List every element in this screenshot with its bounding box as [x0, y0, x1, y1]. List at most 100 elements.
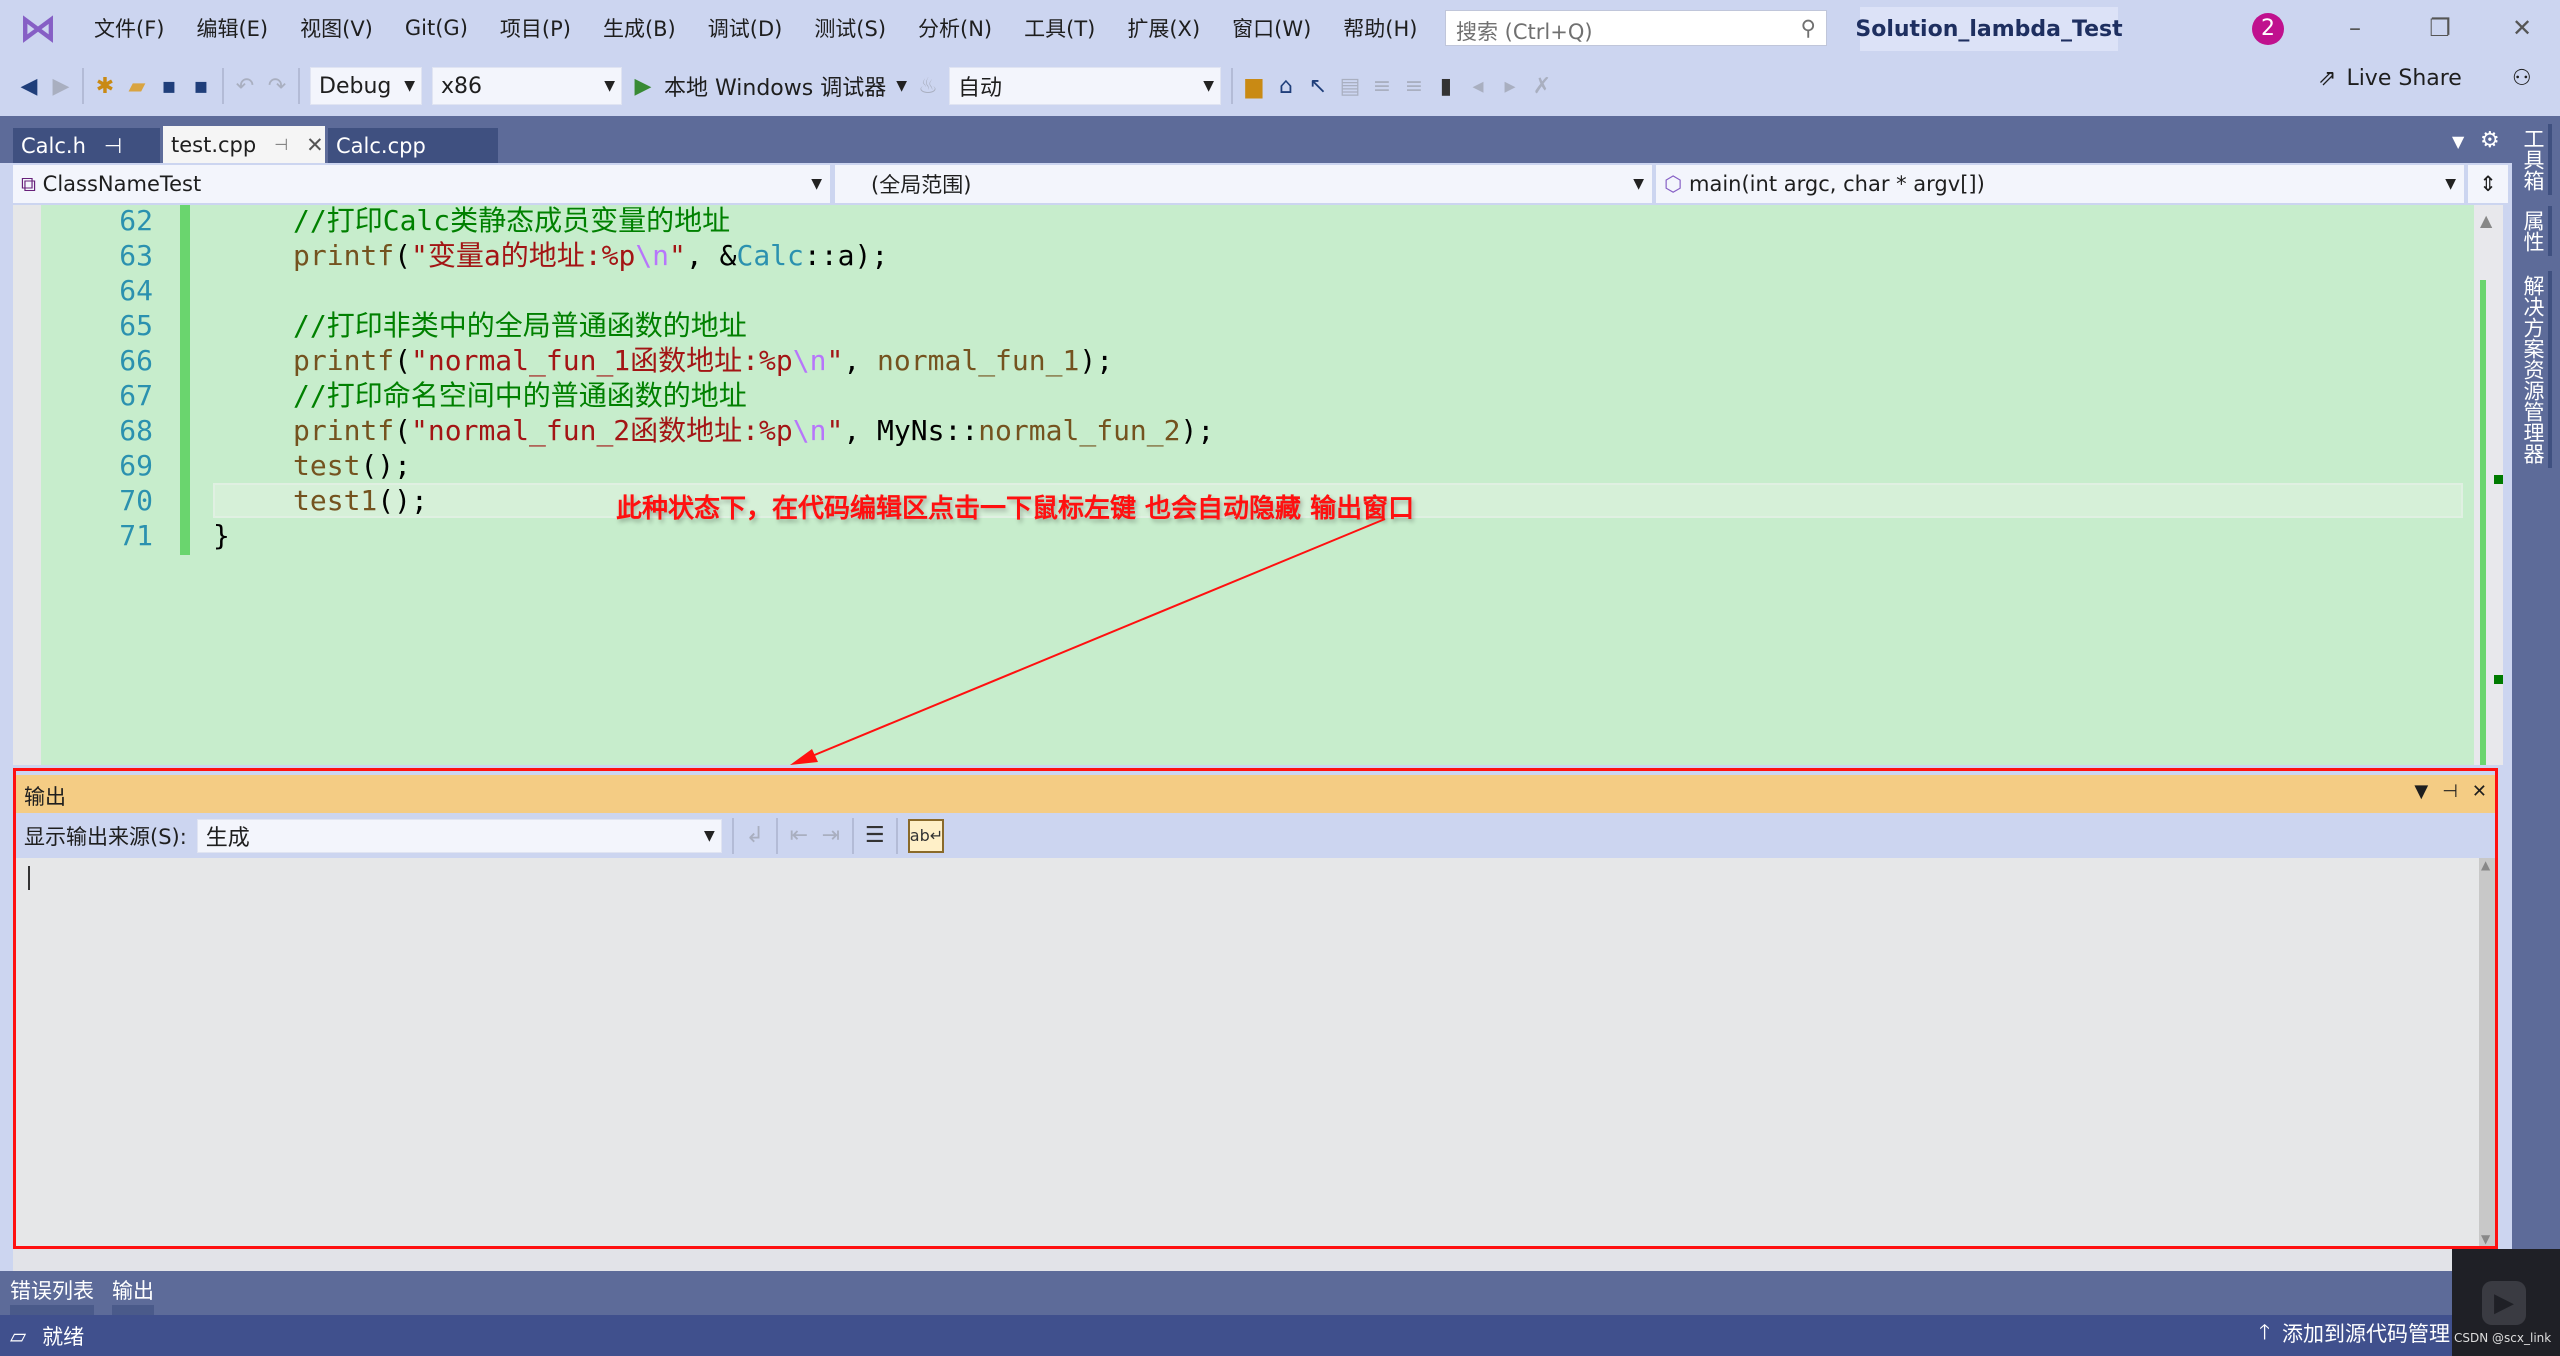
- output-vertical-scrollbar[interactable]: ▲ ▼: [2479, 858, 2495, 1246]
- save-all-icon[interactable]: ▪: [190, 74, 212, 99]
- bookmark-icon[interactable]: ▮: [1435, 74, 1457, 99]
- code-line[interactable]: 69 test();: [13, 448, 2473, 483]
- code-line[interactable]: 67 //打印命名空间中的普通函数的地址: [13, 378, 2473, 413]
- next-message-icon[interactable]: ⇥: [820, 823, 842, 848]
- code-line[interactable]: 66 printf("normal_fun_1函数地址:%p\n", normal…: [13, 343, 2473, 378]
- configuration-select[interactable]: Debug ▼: [310, 67, 422, 105]
- restore-button[interactable]: ❐: [2410, 8, 2470, 48]
- layout-icon[interactable]: ▤: [1339, 74, 1361, 99]
- prev-bookmark-icon[interactable]: ◂: [1467, 74, 1489, 99]
- gear-icon[interactable]: ⚙: [2480, 128, 2500, 153]
- add-to-source-control-button[interactable]: 🡑 添加到源代码管理: [2259, 1318, 2450, 1353]
- menu-test[interactable]: 测试(S): [798, 13, 902, 43]
- code-line[interactable]: 65 //打印非类中的全局普通函数的地址: [13, 308, 2473, 343]
- clear-all-icon[interactable]: ☰: [864, 823, 886, 848]
- menu-edit[interactable]: 编辑(E): [180, 13, 284, 43]
- menu-debug[interactable]: 调试(D): [692, 13, 799, 43]
- chevron-down-icon: ▼: [1633, 176, 1644, 192]
- chevron-down-icon: ▼: [704, 827, 715, 844]
- output-source-select[interactable]: 生成 ▼: [196, 818, 722, 853]
- save-icon[interactable]: ▪: [158, 74, 180, 99]
- chevron-down-icon: ▼: [404, 78, 415, 94]
- new-project-icon[interactable]: ✱: [94, 74, 116, 99]
- editor-vertical-scrollbar[interactable]: ▲: [2474, 205, 2503, 765]
- properties-tab[interactable]: 属性: [2520, 206, 2552, 256]
- output-text-area[interactable]: [16, 858, 2481, 1246]
- code-line[interactable]: 62 //打印Calc类静态成员变量的地址: [13, 205, 2473, 238]
- code-line[interactable]: 64: [13, 273, 2473, 308]
- run-debugger-button[interactable]: 本地 Windows 调试器: [664, 70, 886, 102]
- menu-analyze[interactable]: 分析(N): [902, 13, 1008, 43]
- forward-icon[interactable]: ▶: [50, 74, 72, 99]
- menu-project[interactable]: 项目(P): [484, 13, 587, 43]
- platform-select[interactable]: x86 ▼: [432, 67, 622, 105]
- scope-dropdown[interactable]: (全局范围) ▼: [835, 165, 1652, 203]
- live-share-label: Live Share: [2346, 66, 2462, 91]
- go-to-line-icon[interactable]: ↲: [744, 823, 766, 848]
- search-input[interactable]: 搜索 (Ctrl+Q) ⚲: [1445, 10, 1827, 46]
- close-icon[interactable]: ✕: [306, 133, 324, 157]
- pointer-icon[interactable]: ↖: [1307, 74, 1329, 99]
- output-tab[interactable]: 输出: [112, 1271, 154, 1315]
- output-title: 输出: [24, 785, 66, 809]
- project-dropdown[interactable]: ⧉ ClassNameTest ▼: [13, 165, 830, 203]
- tab-test-cpp[interactable]: test.cpp ⊣ ✕: [163, 126, 325, 163]
- tab-calc-h[interactable]: Calc.h ⊣: [13, 128, 160, 163]
- next-bookmark-icon[interactable]: ▸: [1499, 74, 1521, 99]
- back-icon[interactable]: ◀: [18, 74, 40, 99]
- menu-help[interactable]: 帮助(H): [1327, 13, 1433, 43]
- scroll-up-icon[interactable]: ▲: [2481, 858, 2490, 872]
- live-share-button[interactable]: ⇗ Live Share ⚇: [2318, 66, 2532, 91]
- close-window-button[interactable]: ✕: [2492, 8, 2552, 48]
- scope-value: (全局范围): [871, 173, 972, 197]
- chevron-down-icon: ▼: [1203, 78, 1214, 94]
- dropdown-icon[interactable]: ▼: [2414, 781, 2428, 807]
- code-token: test: [293, 449, 361, 482]
- code-line[interactable]: 68 printf("normal_fun_2函数地址:%p\n", MyNs::…: [13, 413, 2473, 448]
- notification-badge[interactable]: 2: [2252, 13, 2284, 45]
- play-icon[interactable]: ▶: [632, 74, 654, 99]
- tab-calc-cpp[interactable]: Calc.cpp: [328, 128, 498, 163]
- solution-explorer-tab[interactable]: 解决方案资源管理器: [2520, 271, 2552, 468]
- chevron-down-icon[interactable]: ▼: [896, 78, 907, 94]
- word-wrap-toggle-icon[interactable]: ab↵: [907, 818, 944, 853]
- home-icon[interactable]: ⌂: [1275, 74, 1297, 99]
- find-in-files-icon[interactable]: ▆: [1243, 74, 1265, 99]
- uncomment-icon[interactable]: ≡: [1403, 74, 1425, 99]
- auto-select[interactable]: 自动 ▼: [948, 67, 1221, 105]
- horizontal-scrollbar[interactable]: [13, 1249, 2503, 1271]
- scroll-up-icon[interactable]: ▲: [2480, 211, 2492, 230]
- menu-tools[interactable]: 工具(T): [1008, 13, 1111, 43]
- menu-view[interactable]: 视图(V): [284, 13, 389, 43]
- split-editor-button[interactable]: ⇕: [2468, 165, 2508, 203]
- menu-window[interactable]: 窗口(W): [1216, 13, 1327, 43]
- separator: [298, 68, 300, 104]
- tab-list-dropdown-icon[interactable]: ▼: [2452, 132, 2464, 151]
- pin-icon[interactable]: ⊣: [274, 135, 288, 154]
- configuration-value: Debug: [319, 73, 392, 99]
- menu-git[interactable]: Git(G): [389, 16, 484, 40]
- minimize-button[interactable]: –: [2325, 8, 2385, 48]
- comment-icon[interactable]: ≡: [1371, 74, 1393, 99]
- member-dropdown[interactable]: ⬡ main(int argc, char * argv[]) ▼: [1656, 165, 2464, 203]
- open-folder-icon[interactable]: ▰: [126, 74, 148, 99]
- toolbox-tab[interactable]: 工具箱: [2520, 124, 2552, 195]
- previous-message-icon[interactable]: ⇤: [788, 823, 810, 848]
- code-line[interactable]: 63 printf("变量a的地址:%p\n", &Calc::a);: [13, 238, 2473, 273]
- error-list-tab[interactable]: 错误列表: [10, 1271, 94, 1315]
- scroll-down-icon[interactable]: ▼: [2481, 1232, 2490, 1246]
- feedback-icon[interactable]: ⚇: [2512, 66, 2532, 91]
- menu-extensions[interactable]: 扩展(X): [1111, 13, 1216, 43]
- hot-reload-icon[interactable]: ♨: [917, 74, 939, 99]
- redo-icon[interactable]: ↷: [266, 74, 288, 99]
- code-token: \n: [792, 344, 827, 377]
- menu-file[interactable]: 文件(F): [78, 13, 180, 43]
- clear-bookmarks-icon[interactable]: ✗: [1531, 74, 1553, 99]
- pin-icon[interactable]: ⊣: [2442, 781, 2458, 807]
- close-icon[interactable]: ✕: [2472, 781, 2487, 807]
- menu-build[interactable]: 生成(B): [587, 13, 692, 43]
- pin-icon[interactable]: ⊣: [104, 134, 122, 158]
- code-editor[interactable]: 62//打印Calc类静态成员变量的地址 63 printf("变量a的地址:%p\…: [13, 205, 2503, 765]
- undo-icon[interactable]: ↶: [234, 74, 256, 99]
- project-value: ClassNameTest: [42, 171, 202, 196]
